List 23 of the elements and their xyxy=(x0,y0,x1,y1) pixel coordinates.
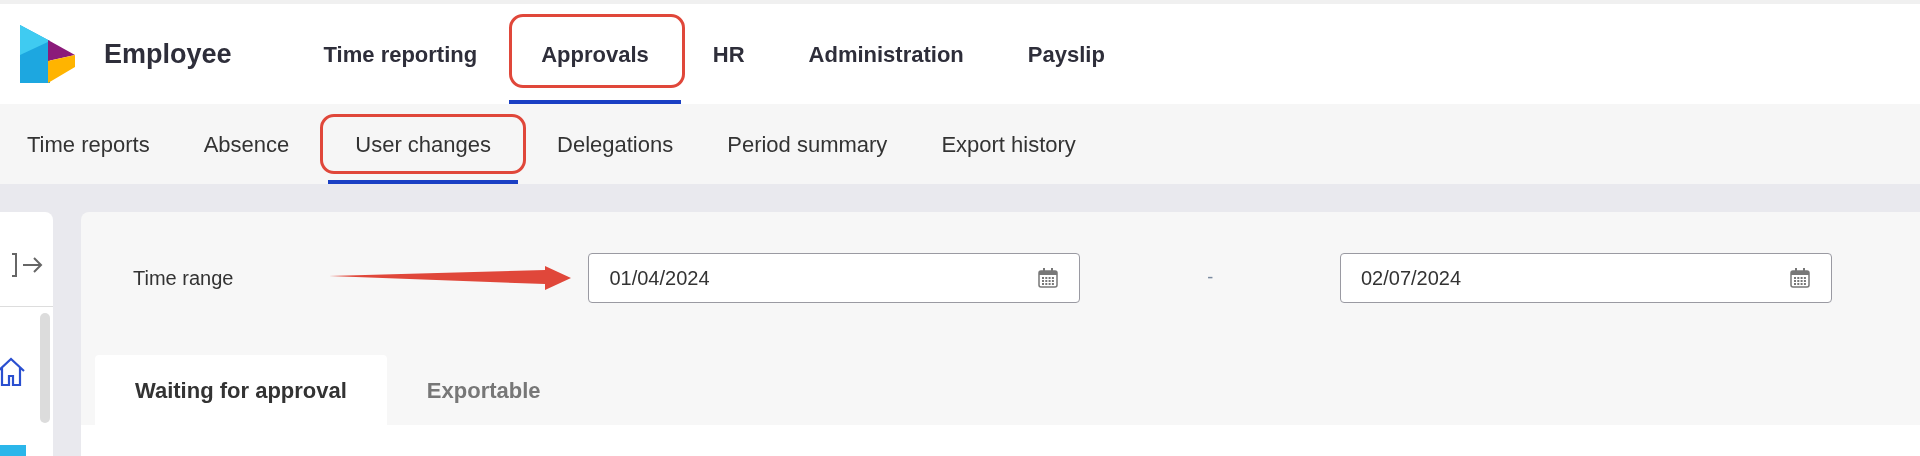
subnav-tab[interactable]: Delegations xyxy=(530,104,701,184)
calendar-icon[interactable] xyxy=(1037,266,1060,289)
subnav-tab[interactable]: Export history xyxy=(914,104,1103,184)
home-icon[interactable] xyxy=(0,357,26,387)
subnav-tab[interactable]: User changes xyxy=(328,104,519,184)
range-separator: - xyxy=(1207,266,1214,289)
subnav-tab[interactable]: Time reports xyxy=(0,104,177,184)
nav-tab[interactable]: Administration xyxy=(776,4,996,104)
subnav-tab[interactable]: Period summary xyxy=(700,104,915,184)
logo-icon xyxy=(20,25,78,83)
date-field[interactable]: 02/07/2024 xyxy=(1340,252,1832,303)
date-field[interactable]: 01/04/2024 xyxy=(588,252,1081,303)
content-tab[interactable]: Waiting for approval xyxy=(95,355,387,425)
nav-tab[interactable]: HR xyxy=(680,4,777,104)
calendar-icon[interactable] xyxy=(1789,266,1811,289)
nav-tab[interactable]: Time reporting xyxy=(291,4,510,104)
scrollbar[interactable] xyxy=(40,313,50,423)
nav-tab[interactable]: Payslip xyxy=(995,4,1137,104)
field-label: Time range xyxy=(133,265,234,291)
content-tab[interactable]: Exportable xyxy=(386,355,581,425)
app-title: Employee xyxy=(104,37,232,71)
expand-icon[interactable] xyxy=(11,252,45,278)
subnav-tab[interactable]: Absence xyxy=(176,104,317,184)
